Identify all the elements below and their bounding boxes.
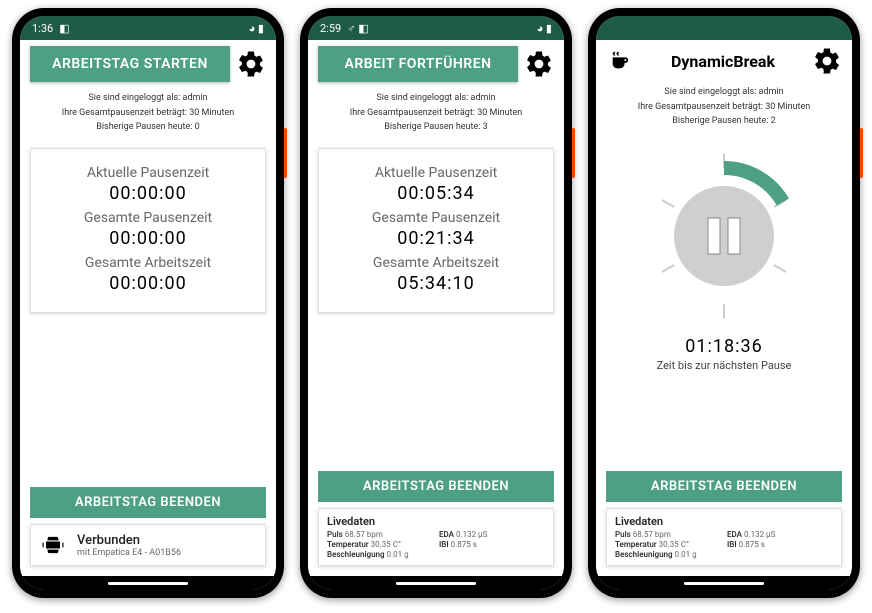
- login-info: Sie sind eingeloggt als: admin: [30, 92, 266, 105]
- pause-icon[interactable]: [634, 146, 814, 326]
- total-pause-label: Gesamte Pausenzeit: [39, 210, 257, 226]
- nav-bar[interactable]: [20, 576, 276, 590]
- screen: 2:59 ♂ ◧ ◕ ▮ ARBEIT FORTFÜHREN Sie sind …: [308, 16, 564, 590]
- pause-today-info: Bisherige Pausen heute: 0: [30, 121, 266, 134]
- nav-bar[interactable]: [308, 576, 564, 590]
- stats-card: Aktuelle Pausenzeit 00:00:00 Gesamte Pau…: [30, 148, 266, 313]
- pause-total-info: Ihre Gesamtpausenzeit beträgt: 30 Minute…: [30, 107, 266, 120]
- end-workday-button[interactable]: ARBEITSTAG BEENDEN: [318, 471, 554, 502]
- ibi-value: 0.875 s: [739, 540, 765, 549]
- status-bar: 2:59 ♂ ◧ ◕ ▮: [308, 16, 564, 40]
- eda-label: EDA: [439, 530, 454, 539]
- start-workday-button[interactable]: ARBEITSTAG STARTEN: [30, 46, 230, 82]
- total-work-label: Gesamte Arbeitszeit: [39, 255, 257, 271]
- status-time: 1:36: [32, 22, 53, 35]
- temp-label: Temperatur: [615, 540, 657, 549]
- total-work-value: 00:00:00: [39, 273, 257, 294]
- status-bar: [596, 16, 852, 40]
- pulse-value: 68.57 bpm: [633, 530, 671, 539]
- eda-value: 0.132 µS: [744, 530, 775, 539]
- nav-bar[interactable]: [596, 576, 852, 590]
- phone-mockup: 2:59 ♂ ◧ ◕ ▮ ARBEIT FORTFÜHREN Sie sind …: [300, 8, 572, 598]
- temp-value: 30.35 C°: [659, 540, 689, 549]
- connected-title: Verbunden: [77, 533, 181, 548]
- watch-icon: [39, 531, 67, 559]
- gear-icon[interactable]: [236, 49, 266, 79]
- pulse-label: Puls: [327, 530, 343, 539]
- phone-mockup: 1:36 ◧ ◕ ▮ ARBEITSTAG STARTEN Sie sind e…: [12, 8, 284, 598]
- livedata-title: Livedaten: [615, 515, 833, 528]
- connected-device: mit Empatica E4 - A01B56: [77, 548, 181, 558]
- temp-value: 30.35 C°: [371, 540, 401, 549]
- temp-label: Temperatur: [327, 540, 369, 549]
- login-info: Sie sind eingeloggt als: admin: [606, 86, 842, 99]
- pause-today-info: Bisherige Pausen heute: 2: [606, 115, 842, 128]
- pause-total-info: Ihre Gesamtpausenzeit beträgt: 30 Minute…: [318, 107, 554, 120]
- current-pause-value: 00:05:34: [327, 183, 545, 204]
- phone-mockup: DynamicBreak Sie sind eingeloggt als: ad…: [588, 8, 860, 598]
- accel-label: Beschleunigung: [615, 550, 673, 559]
- accel-value: 0.01 g: [675, 550, 697, 559]
- end-workday-button[interactable]: ARBEITSTAG BEENDEN: [606, 471, 842, 502]
- connection-card: Verbunden mit Empatica E4 - A01B56: [30, 524, 266, 566]
- total-pause-label: Gesamte Pausenzeit: [327, 210, 545, 226]
- stats-card: Aktuelle Pausenzeit 00:05:34 Gesamte Pau…: [318, 148, 554, 313]
- coffee-icon: [606, 50, 634, 72]
- gear-icon[interactable]: [812, 46, 842, 76]
- current-pause-label: Aktuelle Pausenzeit: [39, 165, 257, 181]
- status-time: 2:59: [320, 22, 341, 35]
- ibi-label: IBI: [439, 540, 449, 549]
- app-title: DynamicBreak: [640, 52, 806, 71]
- total-pause-value: 00:21:34: [327, 228, 545, 249]
- screen: DynamicBreak Sie sind eingeloggt als: ad…: [596, 16, 852, 590]
- total-work-label: Gesamte Arbeitszeit: [327, 255, 545, 271]
- end-workday-button[interactable]: ARBEITSTAG BEENDEN: [30, 487, 266, 518]
- ibi-label: IBI: [727, 540, 737, 549]
- current-pause-value: 00:00:00: [39, 183, 257, 204]
- status-icons-right: ◕ ▮: [537, 22, 552, 35]
- pause-total-info: Ihre Gesamtpausenzeit beträgt: 30 Minute…: [606, 101, 842, 114]
- login-info: Sie sind eingeloggt als: admin: [318, 92, 554, 105]
- countdown-time: 01:18:36: [606, 336, 842, 357]
- total-pause-value: 00:00:00: [39, 228, 257, 249]
- ibi-value: 0.875 s: [451, 540, 477, 549]
- pulse-value: 68.57 bpm: [345, 530, 383, 539]
- screen: 1:36 ◧ ◕ ▮ ARBEITSTAG STARTEN Sie sind e…: [20, 16, 276, 590]
- continue-work-button[interactable]: ARBEIT FORTFÜHREN: [318, 46, 518, 82]
- accel-value: 0.01 g: [387, 550, 409, 559]
- livedata-card: Livedaten Puls 68.57 bpm EDA 0.132 µS Te…: [318, 508, 554, 566]
- status-icons-left: ◧: [59, 22, 69, 35]
- countdown-label: Zeit bis zur nächsten Pause: [606, 359, 842, 372]
- accel-label: Beschleunigung: [327, 550, 385, 559]
- livedata-title: Livedaten: [327, 515, 545, 528]
- status-bar: 1:36 ◧ ◕ ▮: [20, 16, 276, 40]
- livedata-card: Livedaten Puls 68.57 bpm EDA 0.132 µS Te…: [606, 508, 842, 566]
- pulse-label: Puls: [615, 530, 631, 539]
- eda-value: 0.132 µS: [456, 530, 487, 539]
- eda-label: EDA: [727, 530, 742, 539]
- gear-icon[interactable]: [524, 49, 554, 79]
- pause-today-info: Bisherige Pausen heute: 3: [318, 121, 554, 134]
- status-icons-right: ◕ ▮: [249, 22, 264, 35]
- current-pause-label: Aktuelle Pausenzeit: [327, 165, 545, 181]
- total-work-value: 05:34:10: [327, 273, 545, 294]
- countdown-dial: [634, 146, 814, 326]
- status-icons-left: ♂ ◧: [347, 22, 368, 35]
